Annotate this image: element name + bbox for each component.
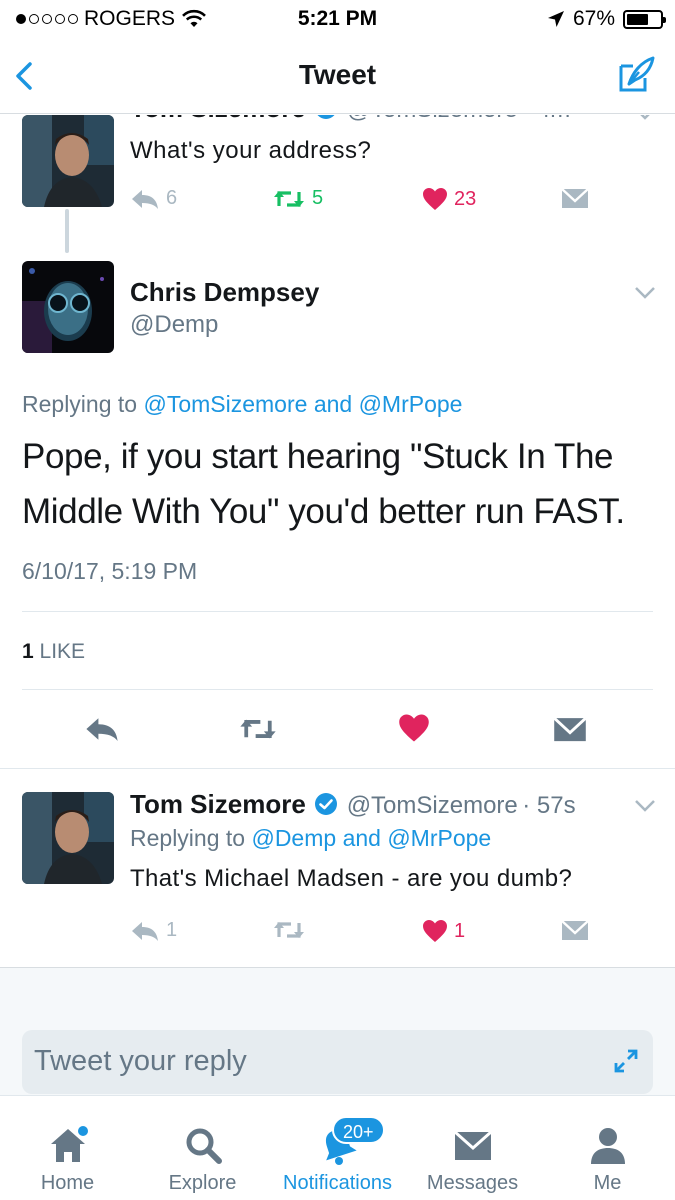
reply-count: 6 [166, 187, 178, 209]
tab-messages[interactable]: Messages [405, 1096, 540, 1200]
tweet-thread[interactable]: Tom Sizemore @TomSizemore · 4m What's yo… [0, 115, 675, 967]
divider [22, 611, 653, 612]
retweet-button[interactable]: 5 [272, 187, 323, 210]
chevron-down-icon[interactable] [634, 799, 656, 813]
tab-label: Home [40, 1172, 95, 1194]
replying-to: Replying to @Demp and @MrPope [130, 825, 492, 851]
retweet-count: 5 [312, 187, 324, 209]
mention-link[interactable]: @MrPope [387, 825, 491, 851]
heart-icon [423, 920, 447, 942]
like-button[interactable]: 23 [422, 187, 476, 211]
retweet-icon[interactable] [238, 716, 278, 742]
tweet-actions: 6 5 23 [0, 187, 675, 217]
reply-button[interactable]: 1 [130, 919, 177, 942]
direct-message-button[interactable] [561, 187, 589, 209]
reply-count: 1 [166, 919, 178, 941]
home-icon [51, 1126, 88, 1162]
tweet-actions: 1 1 [0, 919, 675, 949]
author-name[interactable]: Chris Dempsey [130, 277, 319, 308]
author-handle[interactable]: @Demp [130, 311, 218, 339]
person-icon [591, 1128, 625, 1164]
chevron-down-icon[interactable] [634, 115, 656, 121]
tweet-timestamp: 6/10/17, 5:19 PM [22, 558, 198, 584]
avatar[interactable] [22, 261, 114, 353]
tweet-age: · 57s [522, 792, 576, 819]
tweet-text: Pope, if you start hearing "Stuck In The… [22, 437, 625, 531]
reply-composer: Tweet your reply [0, 967, 675, 1095]
tweet-text: What's your address? [130, 137, 372, 164]
envelope-icon[interactable] [553, 715, 587, 743]
like-stat-count: 1 [22, 640, 34, 663]
battery-icon [623, 9, 666, 29]
reply-tweet[interactable]: Tom Sizemore @TomSizemore · 57s Replying… [0, 769, 675, 967]
tab-home[interactable]: Home [0, 1096, 135, 1200]
avatar[interactable] [22, 792, 114, 884]
author-handle[interactable]: @TomSizemore [347, 115, 518, 123]
mention-link[interactable]: @MrPope [359, 391, 463, 417]
like-stat-label: LIKE [39, 640, 86, 663]
reply-icon [132, 189, 158, 209]
reply-button[interactable]: 6 [130, 187, 177, 210]
battery-percent: 67% [572, 7, 615, 30]
mention-link[interactable]: @Demp [251, 825, 336, 851]
verified-badge-icon [315, 793, 338, 815]
direct-message-button[interactable] [561, 919, 589, 941]
page-title: Tweet [298, 59, 377, 90]
divider [22, 689, 653, 690]
tab-notifications[interactable]: Notifications [270, 1096, 405, 1200]
envelope-icon [454, 1130, 492, 1160]
chevron-down-icon[interactable] [634, 286, 656, 300]
retweet-icon [274, 922, 304, 938]
heart-icon[interactable] [398, 713, 430, 743]
reply-icon[interactable] [84, 715, 120, 743]
like-count: 23 [454, 187, 477, 210]
compose-tweet-icon[interactable] [615, 54, 657, 96]
envelope-icon [561, 188, 589, 208]
tab-label: Messages [426, 1172, 519, 1194]
author-handle[interactable]: @TomSizemore [347, 792, 518, 819]
thread-connector [65, 209, 69, 253]
tab-label: Explore [168, 1172, 237, 1194]
like-count: 1 [454, 919, 466, 942]
tweet-age: · 4m [522, 115, 570, 123]
tab-label: Me [593, 1172, 622, 1194]
like-stats[interactable]: 1 LIKE [22, 640, 85, 664]
tab-label: Notifications [283, 1172, 392, 1194]
expand-icon[interactable] [613, 1048, 639, 1074]
retweet-button[interactable] [272, 919, 306, 941]
retweet-icon [274, 190, 304, 207]
tweet-text: That's Michael Madsen - are you dumb? [130, 865, 573, 892]
author-name[interactable]: Tom Sizemore [130, 115, 306, 123]
reply-input[interactable]: Tweet your reply [22, 1030, 653, 1094]
notification-badge: 20+ [332, 1116, 385, 1144]
tab-explore[interactable]: Explore [135, 1096, 270, 1200]
nav-bar: Tweet [0, 38, 675, 114]
reply-placeholder: Tweet your reply [34, 1045, 247, 1077]
status-bar: ROGERS 5:21 PM 67% [0, 0, 675, 38]
location-arrow-icon [547, 11, 564, 27]
replying-to: Replying to @TomSizemore and @MrPope [22, 391, 463, 417]
verified-badge-icon [317, 115, 335, 119]
author-name[interactable]: Tom Sizemore [130, 789, 306, 819]
like-button[interactable]: 1 [422, 919, 465, 943]
reply-icon [132, 921, 158, 941]
search-icon [186, 1128, 222, 1164]
tab-bar: Home Explore Notifications Messages Me [0, 1095, 675, 1200]
mention-link[interactable]: @TomSizemore [143, 391, 307, 417]
parent-tweet[interactable]: Tom Sizemore @TomSizemore · 4m What's yo… [0, 115, 675, 223]
tab-me[interactable]: Me [540, 1096, 675, 1200]
envelope-icon [561, 920, 589, 940]
heart-icon [423, 188, 447, 210]
